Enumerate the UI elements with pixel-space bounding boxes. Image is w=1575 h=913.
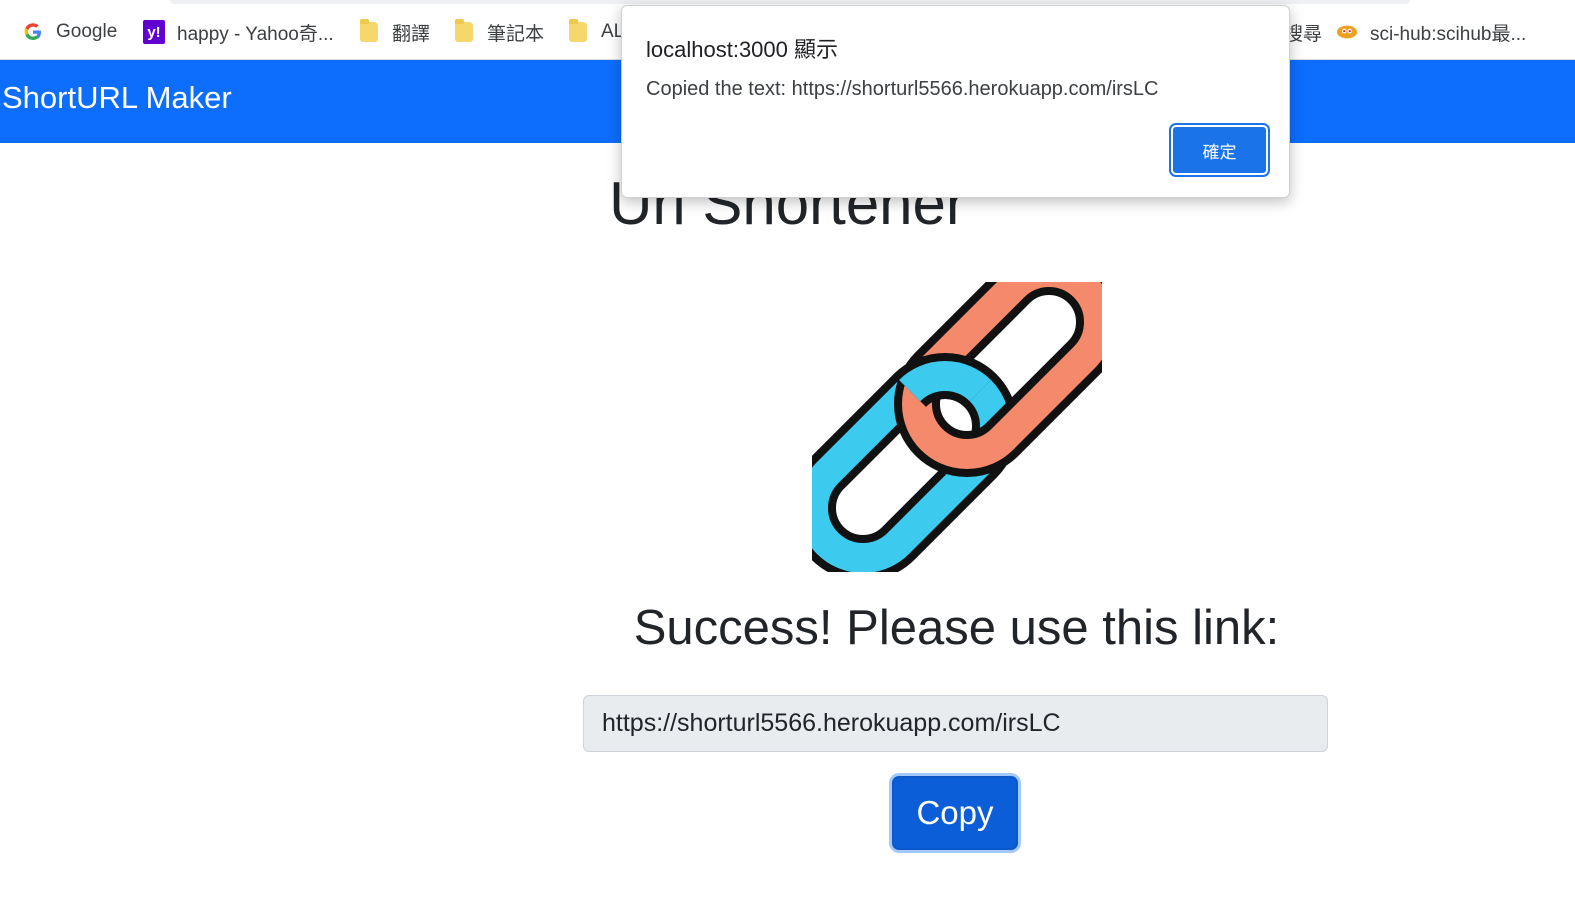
folder-icon	[567, 19, 589, 43]
google-icon	[22, 21, 44, 43]
copy-button[interactable]: Copy	[892, 776, 1018, 850]
alert-dialog: localhost:3000 顯示 Copied the text: https…	[621, 5, 1290, 198]
short-url-field[interactable]	[583, 695, 1328, 752]
bookmark-label: 筆記本	[487, 23, 545, 45]
yahoo-icon: y!	[143, 20, 165, 44]
folder-icon	[358, 19, 380, 43]
bookmark-label: 翻譯	[392, 23, 431, 45]
dialog-title: localhost:3000 顯示	[646, 37, 838, 62]
folder-icon	[453, 19, 475, 43]
bookmark-label: Google	[56, 21, 118, 42]
navbar-brand[interactable]: ShortURL Maker	[2, 80, 232, 116]
success-message: Success! Please use this link:	[633, 601, 1280, 655]
scihub-icon	[1336, 21, 1358, 43]
bookmark-label: happy - Yahoo奇...	[177, 23, 334, 45]
bookmark-label: sci-hub:scihub最...	[1370, 23, 1527, 45]
bookmark-yahoo[interactable]: y! happy - Yahoo奇...	[143, 18, 334, 46]
bookmark-folder-notebook[interactable]: 筆記本	[453, 18, 544, 46]
omnibox-edge	[170, 0, 1410, 4]
bookmark-folder-al[interactable]: AL	[567, 18, 624, 46]
dialog-message: Copied the text: https://shorturl5566.he…	[646, 78, 1159, 100]
bookmark-folder-translate[interactable]: 翻譯	[358, 18, 430, 46]
chain-link-icon	[789, 248, 1123, 582]
bookmark-google[interactable]: Google	[22, 18, 117, 46]
bookmark-scihub[interactable]: sci-hub:scihub最...	[1336, 18, 1526, 46]
ok-button[interactable]: 確定	[1169, 123, 1270, 177]
